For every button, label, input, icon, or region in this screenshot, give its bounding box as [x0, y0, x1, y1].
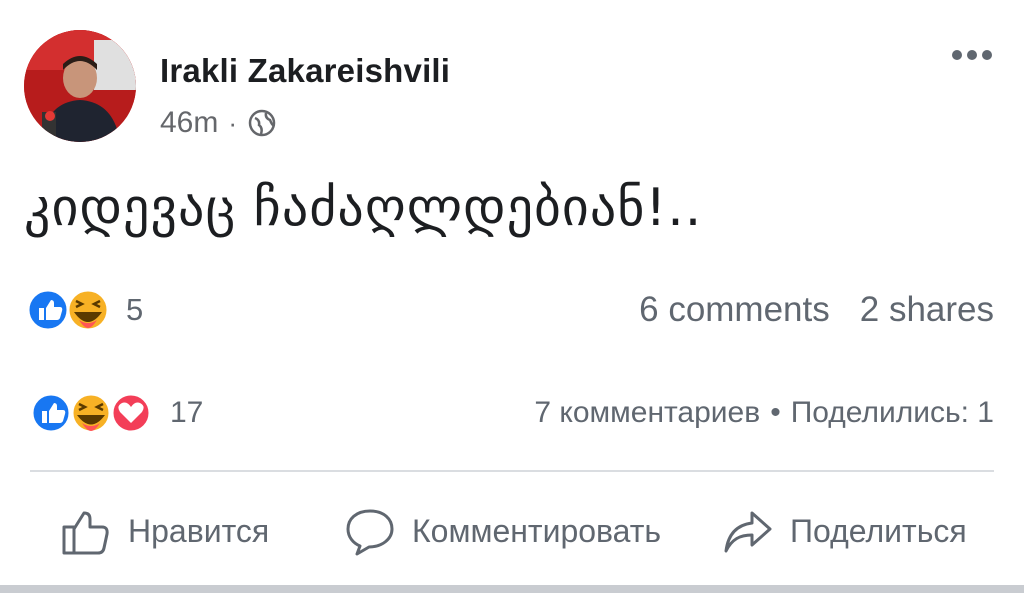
post-header: Irakli Zakareishvili 46m · [24, 30, 1004, 150]
like-label: Нравится [128, 512, 270, 549]
reaction-count-original[interactable]: 5 [126, 292, 143, 328]
post-time[interactable]: 46m [160, 106, 218, 140]
reaction-count-shared[interactable]: 17 [170, 396, 203, 430]
thumbs-up-icon [62, 511, 109, 555]
original-stats-row: 5 6 comments 2 shares [26, 284, 994, 336]
reaction-icons-original[interactable] [26, 288, 118, 332]
share-button[interactable]: Поделиться [722, 498, 967, 564]
comment-button[interactable]: Комментировать [344, 498, 661, 564]
haha-icon [66, 288, 110, 332]
globe-icon [248, 109, 276, 137]
feed-separator [0, 585, 1024, 593]
share-label: Поделиться [790, 512, 967, 549]
meta-separator: · [228, 107, 238, 138]
love-icon [110, 392, 152, 434]
author-name[interactable]: Irakli Zakareishvili [160, 52, 450, 90]
stats-separator: • [770, 396, 781, 429]
comments-count-shared[interactable]: 7 комментариев [534, 396, 760, 430]
comment-icon [346, 509, 394, 556]
shared-stats-row: 17 7 комментариев • Поделились: 1 [30, 388, 994, 440]
divider [30, 470, 994, 472]
author-avatar[interactable] [24, 30, 136, 142]
action-bar: Нравится Комментировать Поделиться [0, 498, 1024, 564]
shared-comments-shares: 7 комментариев • Поделились: 1 [534, 396, 994, 430]
comments-count-original[interactable]: 6 comments [639, 290, 830, 330]
reaction-icons-shared[interactable] [30, 392, 160, 434]
haha-icon [70, 392, 112, 434]
shares-count-shared[interactable]: Поделились: 1 [791, 396, 994, 430]
post-meta: 46m · [160, 106, 277, 140]
shares-count-original[interactable]: 2 shares [860, 290, 994, 330]
like-icon [26, 288, 70, 332]
comment-label: Комментировать [412, 512, 662, 549]
more-options-icon[interactable] [952, 50, 992, 60]
like-icon [30, 392, 72, 434]
like-button[interactable]: Нравится [60, 498, 269, 564]
post-text: კიდევაც ჩაძაღლდებიან!.. [24, 178, 703, 238]
share-icon [724, 511, 772, 553]
original-comments-shares: 6 comments 2 shares [639, 290, 994, 330]
